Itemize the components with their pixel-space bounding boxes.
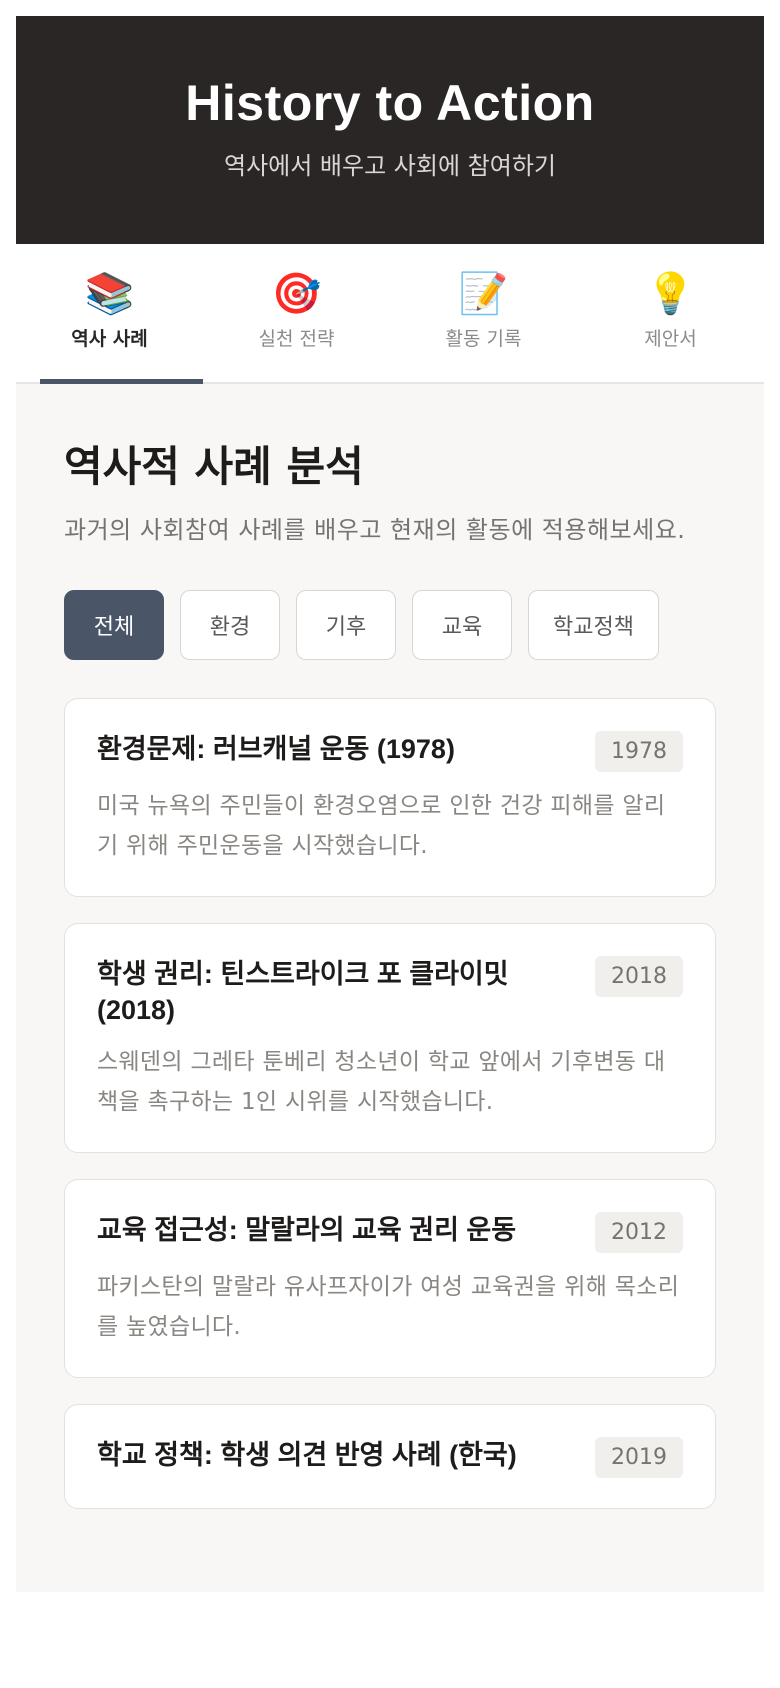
case-title: 학교 정책: 학생 의견 반영 사례 (한국): [97, 1440, 517, 1470]
case-card[interactable]: 교육 접근성: 말랄라의 교육 권리 운동 2012 파키스탄의 말랄라 유사프…: [64, 1179, 716, 1378]
app-header: History to Action 역사에서 배우고 사회에 참여하기: [16, 16, 764, 244]
year-badge: 1978: [595, 731, 683, 772]
case-description: 파키스탄의 말랄라 유사프자이가 여성 교육권을 위해 목소리를 높였습니다.: [97, 1274, 680, 1340]
case-list: 환경문제: 러브캐널 운동 (1978) 1978 미국 뉴욕의 주민들이 환경…: [64, 698, 716, 1509]
case-card-header: 학생 권리: 틴스트라이크 포 클라이밋 (2018) 2018: [97, 956, 683, 1028]
tab-proposal[interactable]: 💡 제안서: [577, 244, 764, 382]
year-badge: 2019: [595, 1437, 683, 1478]
tab-strategy[interactable]: 🎯 실천 전략: [203, 244, 390, 382]
filter-bar: 전체 환경 기후 교육 학교정책: [64, 590, 716, 660]
case-description: 미국 뉴욕의 주민들이 환경오염으로 인한 건강 피해를 알리기 위해 주민운동…: [97, 793, 666, 859]
books-icon: 📚: [84, 271, 135, 317]
case-description: 스웨덴의 그레타 툰베리 청소년이 학교 앞에서 기후변동 대책을 촉구하는 1…: [97, 1049, 666, 1115]
app-subtitle: 역사에서 배우고 사회에 참여하기: [223, 152, 556, 180]
tab-label: 활동 기록: [445, 328, 522, 350]
tab-label: 실천 전략: [258, 328, 335, 350]
case-card-header: 교육 접근성: 말랄라의 교육 권리 운동 2012: [97, 1212, 683, 1253]
filter-environment[interactable]: 환경: [180, 590, 280, 660]
filter-school-policy[interactable]: 학교정책: [528, 590, 659, 660]
tab-label: 역사 사례: [71, 328, 148, 350]
case-card-header: 학교 정책: 학생 의견 반영 사례 (한국) 2019: [97, 1437, 683, 1478]
case-title: 환경문제: 러브캐널 운동 (1978): [97, 734, 455, 764]
tab-history-cases[interactable]: 📚 역사 사례: [16, 244, 203, 384]
case-card[interactable]: 학생 권리: 틴스트라이크 포 클라이밋 (2018) 2018 스웨덴의 그레…: [64, 923, 716, 1153]
section-description: 과거의 사회참여 사례를 배우고 현재의 활동에 적용해보세요.: [64, 516, 686, 544]
tab-label: 제안서: [644, 328, 697, 350]
memo-icon: 📝: [458, 271, 509, 317]
main-content: 역사적 사례 분석 과거의 사회참여 사례를 배우고 현재의 활동에 적용해보세…: [16, 384, 764, 1509]
year-badge: 2012: [595, 1212, 683, 1253]
app-container: History to Action 역사에서 배우고 사회에 참여하기 📚 역사…: [16, 16, 764, 1592]
case-card-header: 환경문제: 러브캐널 운동 (1978) 1978: [97, 731, 683, 772]
section-title: 역사적 사례 분석: [64, 442, 364, 491]
filter-education[interactable]: 교육: [412, 590, 512, 660]
tab-activity-log[interactable]: 📝 활동 기록: [390, 244, 577, 382]
target-icon: 🎯: [271, 271, 322, 317]
filter-all[interactable]: 전체: [64, 590, 164, 660]
case-card[interactable]: 환경문제: 러브캐널 운동 (1978) 1978 미국 뉴욕의 주민들이 환경…: [64, 698, 716, 897]
app-title: History to Action: [185, 75, 595, 131]
year-badge: 2018: [595, 956, 683, 997]
case-card[interactable]: 학교 정책: 학생 의견 반영 사례 (한국) 2019: [64, 1404, 716, 1509]
filter-climate[interactable]: 기후: [296, 590, 396, 660]
main-nav: 📚 역사 사례 🎯 실천 전략 📝 활동 기록 💡 제안서: [16, 244, 764, 384]
case-title: 학생 권리: 틴스트라이크 포 클라이밋 (2018): [97, 959, 509, 1025]
lightbulb-icon: 💡: [645, 271, 696, 317]
case-title: 교육 접근성: 말랄라의 교육 권리 운동: [97, 1215, 517, 1245]
